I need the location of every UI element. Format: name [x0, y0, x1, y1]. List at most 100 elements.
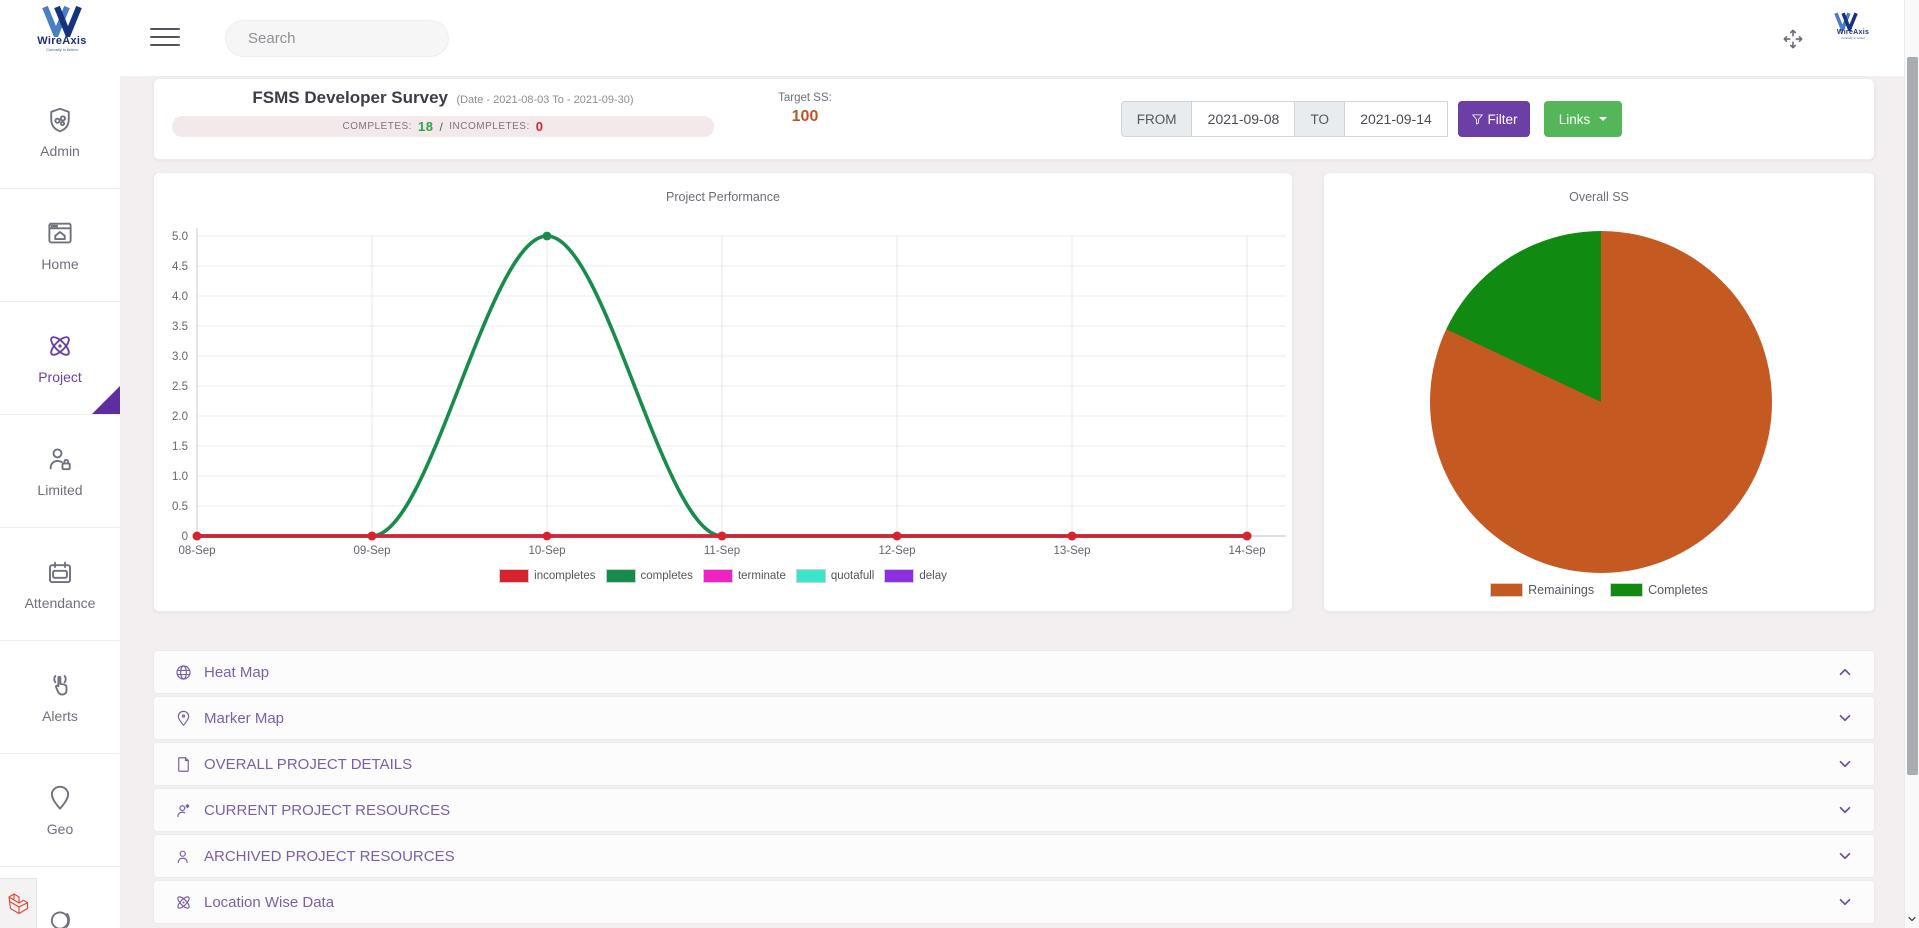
- laravel-debugbar-toggle[interactable]: [0, 878, 37, 928]
- legend-item-quotafull[interactable]: quotafull: [796, 569, 874, 583]
- chevron-down-icon[interactable]: [1836, 801, 1854, 819]
- legend-item-remainings[interactable]: Remainings: [1490, 583, 1594, 597]
- sidebar-item-label: Attendance: [25, 595, 96, 611]
- filter-funnel-icon: [1471, 113, 1484, 126]
- accordion-section-label: ARCHIVED PROJECT RESOURCES: [204, 848, 455, 865]
- chevron-down-icon[interactable]: [1836, 847, 1854, 865]
- accordion-section-label: OVERALL PROJECT DETAILS: [204, 756, 412, 773]
- sidebar-item-home[interactable]: Home: [0, 189, 120, 302]
- svg-text:14-Sep: 14-Sep: [1228, 545, 1265, 557]
- line-chart-legend: incompletes completes terminate quotafull de…: [154, 569, 1292, 583]
- survey-date-range: (Date - 2021-08-03 To - 2021-09-30): [456, 94, 633, 106]
- sidebar-item-label: Alerts: [42, 708, 78, 724]
- accordion-section-label: Marker Map: [204, 710, 284, 727]
- legend-item-terminate[interactable]: terminate: [703, 569, 786, 583]
- sidebar-item-geo[interactable]: Geo: [0, 754, 120, 867]
- svg-text:08-Sep: 08-Sep: [178, 545, 215, 557]
- to-date-input[interactable]: 2021-09-14: [1344, 101, 1448, 137]
- search-bar: [225, 20, 449, 57]
- svg-text:3.5: 3.5: [172, 321, 188, 333]
- app-logo[interactable]: WireAxis Curiosity in Action: [24, 5, 100, 52]
- pie-chart-title: Overall SS: [1324, 190, 1874, 204]
- map-pin-icon: [45, 783, 75, 813]
- globe-grid-icon: [174, 663, 193, 682]
- svg-text:09-Sep: 09-Sep: [353, 545, 390, 557]
- completes-stats-pill: COMPLETES: 18 / INCOMPLETES: 0: [172, 116, 714, 137]
- legend-swatch: [884, 569, 914, 583]
- svg-text:2.0: 2.0: [172, 411, 188, 423]
- accordion-section-marker-map[interactable]: Marker Map: [153, 696, 1875, 740]
- links-button[interactable]: Links: [1544, 101, 1622, 137]
- sidebar-item-alerts[interactable]: Alerts: [0, 641, 120, 754]
- legend-item-completes[interactable]: completes: [606, 569, 693, 583]
- legend-swatch: [1610, 583, 1643, 597]
- menu-toggle-icon[interactable]: [150, 28, 180, 48]
- main-content: FSMS Developer Survey (Date - 2021-08-03…: [120, 76, 1919, 928]
- survey-title-wrap: FSMS Developer Survey (Date - 2021-08-03…: [172, 88, 714, 108]
- user-star-icon: [174, 801, 193, 820]
- svg-text:10-Sep: 10-Sep: [528, 545, 565, 557]
- fullscreen-expand-icon[interactable]: [1780, 26, 1806, 52]
- chevron-down-icon[interactable]: [1836, 893, 1854, 911]
- accordion-section-current-project-resources[interactable]: CURRENT PROJECT RESOURCES: [153, 788, 1875, 832]
- legend-label: Remainings: [1528, 583, 1594, 597]
- line-chart-title: Project Performance: [154, 190, 1292, 204]
- globe-stand-icon: [45, 908, 75, 928]
- sidebar-item-label: Limited: [37, 482, 82, 498]
- top-header: WireAxis Curiosity in Action WireAxis Cu…: [0, 0, 1919, 76]
- sidebar-item-project[interactable]: Project: [0, 302, 120, 415]
- svg-text:1.5: 1.5: [172, 441, 188, 453]
- legend-label: delay: [919, 570, 947, 582]
- search-input[interactable]: [248, 30, 447, 47]
- accordion-section-archived-project-resources[interactable]: ARCHIVED PROJECT RESOURCES: [153, 834, 1875, 878]
- user-icon: [174, 847, 193, 866]
- legend-label: incompletes: [534, 570, 595, 582]
- from-label: FROM: [1121, 101, 1193, 137]
- to-label: TO: [1294, 101, 1345, 137]
- accordion-section-heat-map[interactable]: Heat Map: [153, 650, 1875, 694]
- accordion-section-overall-project-details[interactable]: OVERALL PROJECT DETAILS: [153, 742, 1875, 786]
- brand-title: WireAxis: [24, 35, 100, 47]
- svg-text:5.0: 5.0: [172, 231, 188, 243]
- accordion-section-label: CURRENT PROJECT RESOURCES: [204, 802, 450, 819]
- active-corner-triangle: [92, 386, 120, 414]
- legend-item-completes[interactable]: Completes: [1610, 583, 1708, 597]
- sidebar-item-attendance[interactable]: Attendance: [0, 528, 120, 641]
- svg-text:1.0: 1.0: [172, 471, 188, 483]
- legend-item-incompletes[interactable]: incompletes: [499, 569, 595, 583]
- chevron-up-icon[interactable]: [1836, 663, 1854, 681]
- calendar-icon: [45, 557, 75, 587]
- scrollbar-down-arrow-icon[interactable]: [1906, 913, 1918, 925]
- legend-item-delay[interactable]: delay: [884, 569, 947, 583]
- chevron-down-icon[interactable]: [1836, 755, 1854, 773]
- overall-ss-card: Overall SS Remainings Completes: [1323, 172, 1875, 612]
- accordion-section-location-wise-data[interactable]: Location Wise Data: [153, 880, 1875, 924]
- project-performance-card: Project Performance 00.51.01.52.02.53.03…: [153, 172, 1293, 612]
- survey-header-card: FSMS Developer Survey (Date - 2021-08-03…: [153, 78, 1875, 160]
- user-lock-icon: [45, 444, 75, 474]
- atom-icon: [174, 893, 193, 912]
- survey-title: FSMS Developer Survey: [252, 88, 448, 107]
- marker-pin-icon: [174, 709, 193, 728]
- page-scrollbar[interactable]: [1904, 0, 1919, 928]
- window-home-icon: [45, 218, 75, 248]
- sidebar-item-admin[interactable]: Admin: [0, 76, 120, 189]
- atom-icon: [45, 331, 75, 361]
- completes-label: COMPLETES:: [343, 121, 412, 132]
- tap-icon: [45, 670, 75, 700]
- sidebar-item-limited[interactable]: Limited: [0, 415, 120, 528]
- legend-swatch: [703, 569, 733, 583]
- shield-gear-icon: [45, 105, 75, 135]
- scrollbar-thumb[interactable]: [1907, 57, 1918, 775]
- chevron-down-icon[interactable]: [1836, 709, 1854, 727]
- sections-accordion: Heat Map Marker Map OVERALL PROJECT DETAIL…: [153, 650, 1875, 926]
- svg-text:11-Sep: 11-Sep: [704, 545, 740, 557]
- target-ss-value: 100: [745, 108, 865, 126]
- incompletes-label: INCOMPLETES:: [449, 121, 529, 132]
- user-avatar-logo[interactable]: WireAxis Curiosity in Action: [1832, 12, 1874, 40]
- from-date-input[interactable]: 2021-09-08: [1191, 101, 1295, 137]
- filter-button[interactable]: Filter: [1458, 101, 1530, 137]
- mini-brand-tagline: Curiosity in Action: [1832, 36, 1874, 40]
- mini-brand-title: WireAxis: [1832, 29, 1874, 36]
- overall-ss-pie: [1430, 231, 1772, 573]
